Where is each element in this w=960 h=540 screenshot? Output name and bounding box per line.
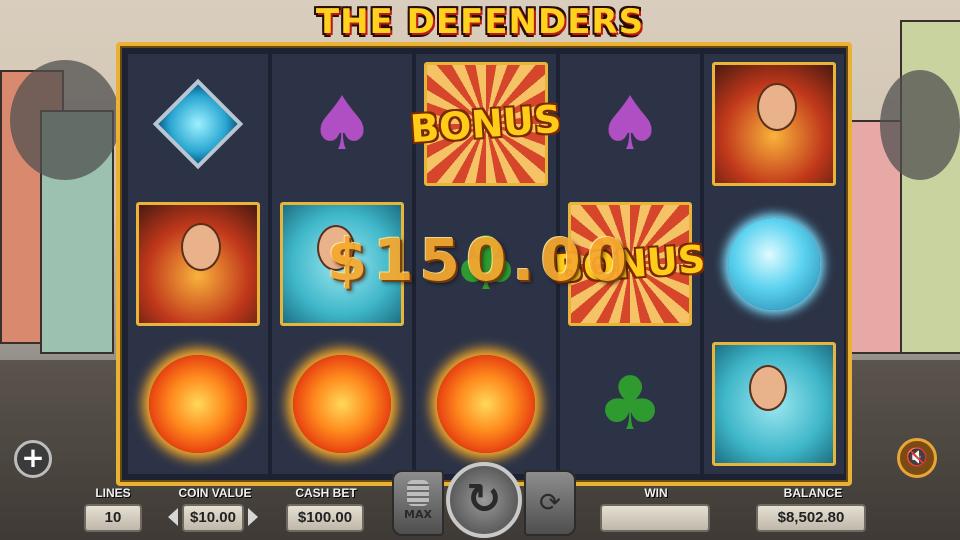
coin-value-label: COIN VALUE [178,486,252,500]
spin-button[interactable]: ↻ [446,462,522,538]
hero-face-icon [181,223,221,271]
reel-5 [704,54,844,474]
symbol-heroine [712,342,836,466]
menu-button[interactable]: + [14,440,52,478]
autoplay-icon: ⟳ [539,488,561,518]
club-icon: ♣ [596,361,664,447]
max-label: MAX [404,508,432,521]
plus-icon: + [21,441,45,474]
lines-label: LINES [95,486,131,500]
symbol-bonus: BONUS [409,62,563,186]
symbol-diamond-gem [136,62,260,186]
spade-icon: ♠ [596,81,664,167]
symbol-ice-orb [712,202,836,326]
spade-icon: ♠ [308,81,376,167]
coin-down-button[interactable] [168,508,178,526]
building-right-2 [900,20,960,354]
symbol-fire-orb [280,342,404,466]
balance-label: BALANCE [783,486,843,500]
coin-stack-icon [407,480,429,506]
smoke-left [10,60,120,180]
symbol-fire-orb [136,342,260,466]
fire-orb-icon [437,355,535,453]
coin-up-button[interactable] [248,508,258,526]
symbol-spade: ♠ [568,62,692,186]
symbol-club: ♣ [568,342,692,466]
autoplay-button[interactable]: ⟳ [524,470,576,536]
symbol-fire-orb [424,342,548,466]
cash-bet-label: CASH BET [295,486,357,500]
diamond-gem-icon [152,78,244,170]
heroine-face-icon [749,365,787,411]
smoke-right [880,70,960,180]
symbol-spade: ♠ [280,62,404,186]
fire-orb-icon [293,355,391,453]
game-title: THE DEFENDERS [315,2,645,42]
symbol-hero [712,62,836,186]
lines-value: 10 [84,504,142,532]
ice-orb-icon [728,218,820,310]
spin-arrow-icon: ↻ [466,474,502,523]
sound-button[interactable]: 🔇 [897,438,937,478]
win-label: WIN [644,486,668,500]
symbol-hero [136,202,260,326]
max-bet-button[interactable]: MAX [392,470,444,536]
bonus-text: BONUS [409,96,564,152]
reel-1 [128,54,268,474]
coin-value: $10.00 [182,504,244,532]
speaker-muted-icon: 🔇 [905,447,929,468]
balance-value: $8,502.80 [756,504,866,532]
win-amount-overlay: $150.00 [326,226,634,294]
win-value [600,504,710,532]
fire-orb-icon [149,355,247,453]
cash-bet-value: $100.00 [286,504,364,532]
hero-face-icon [757,83,797,131]
